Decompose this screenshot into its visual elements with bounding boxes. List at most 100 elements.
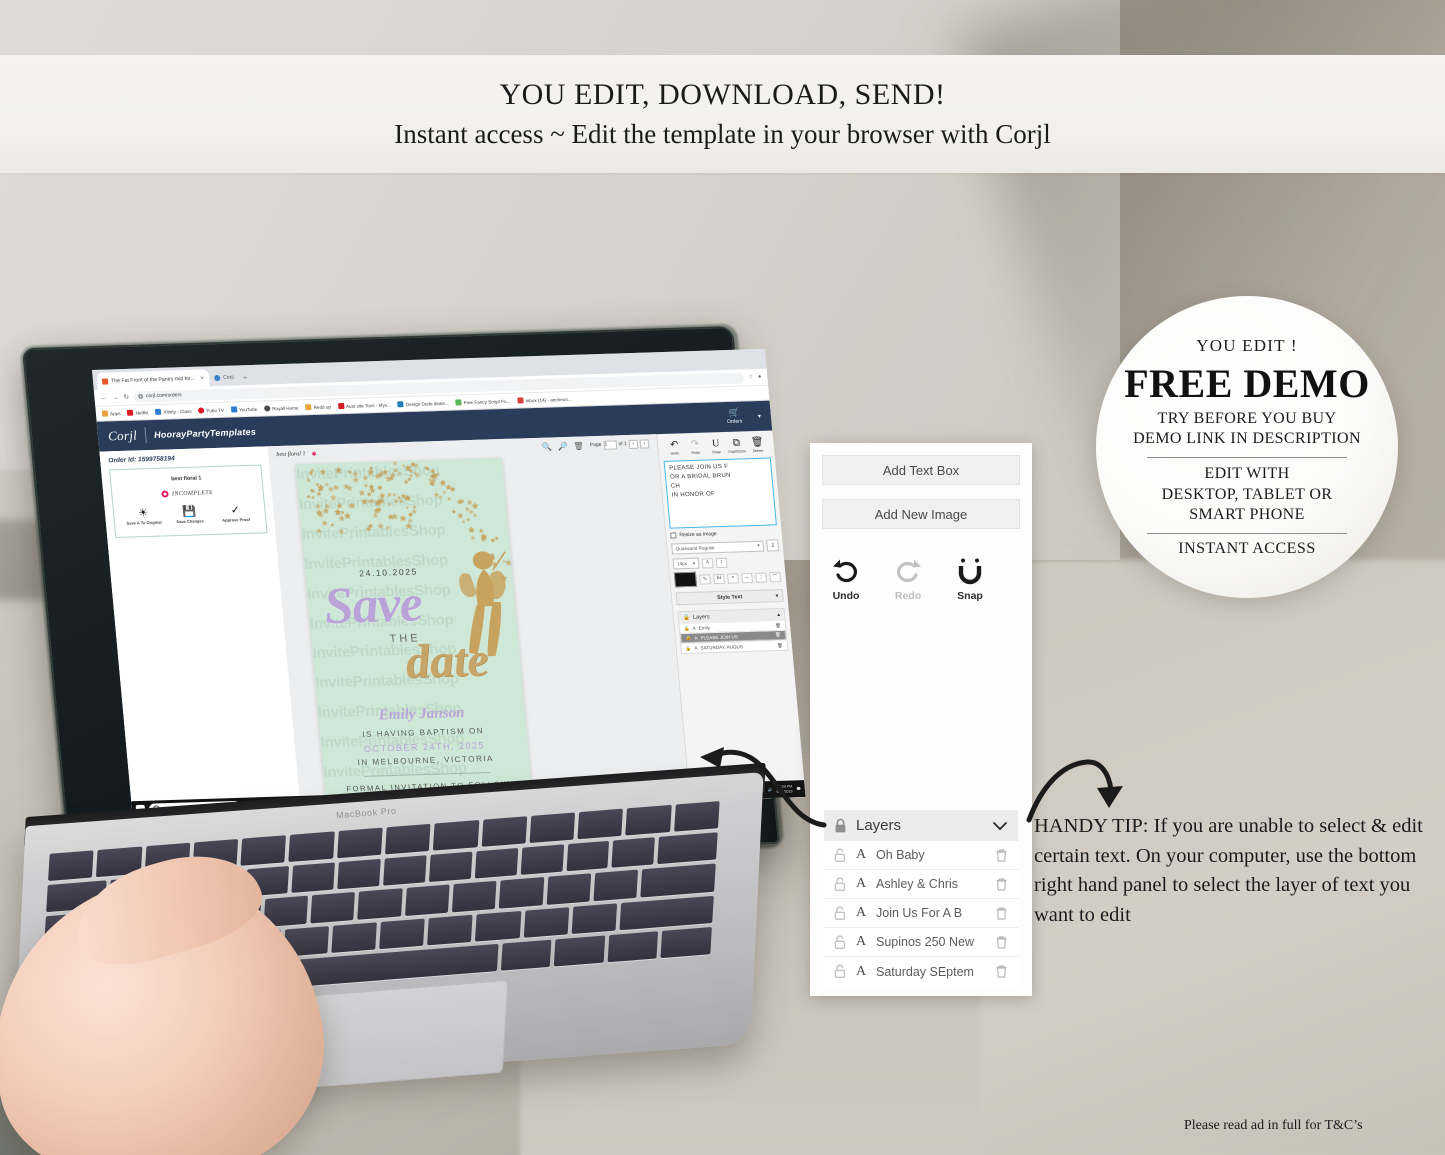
layer-row[interactable]: A Supinos 250 New	[824, 928, 1018, 957]
bookmark-item[interactable]: Xfinity - Class	[155, 408, 192, 415]
save-changes-button[interactable]: 💾 Save Changes	[171, 506, 209, 525]
bookmark-item[interactable]: Redd up	[305, 403, 331, 411]
line-height-button[interactable]: ↕	[715, 557, 728, 568]
layer-row[interactable]: A Saturday SEptem	[824, 957, 1018, 986]
trash-icon[interactable]	[995, 848, 1008, 863]
magnet-icon: U	[711, 438, 720, 450]
close-icon[interactable]: ✕	[200, 375, 205, 381]
next-page-button[interactable]: ›	[639, 438, 650, 449]
browser-tab-corjl[interactable]: Corjl	[208, 368, 240, 387]
bookmark-item[interactable]: Free Fancy Script Fo...	[455, 398, 511, 406]
star-icon: ★	[360, 496, 369, 507]
layer-row[interactable]: 🔓 A SATURDAY, AUGUS 🗑	[681, 639, 788, 654]
forward-icon[interactable]: →	[112, 394, 119, 401]
star-icon: ★	[346, 469, 353, 476]
bookmark-item[interactable]: Royall Home	[263, 404, 299, 412]
trash-icon[interactable]: 🗑	[573, 441, 584, 450]
star-icon: ★	[446, 496, 452, 503]
trash-icon[interactable]	[995, 906, 1008, 921]
bookmark-item[interactable]: Design Dude deals...	[397, 400, 449, 408]
font-family-row: Quicksand Regular ▾ ⇩	[671, 539, 780, 555]
approve-proof-button[interactable]: ✓ Approve Proof	[217, 504, 255, 524]
profile-icon[interactable]: ●	[758, 374, 762, 380]
invitation-card[interactable]: InvitePrintablesShop InvitePrintablesSho…	[295, 457, 534, 814]
undo-button[interactable]: ↶ Undo	[664, 439, 685, 456]
resize-as-image-checkbox[interactable]: Resize as Image	[670, 529, 778, 539]
star-icon[interactable]: ☆	[748, 374, 753, 380]
font-family-select[interactable]: Quicksand Regular ▾	[671, 540, 765, 555]
undo-button[interactable]: Undo	[824, 557, 868, 602]
add-text-box-button[interactable]: Add Text Box	[822, 455, 1020, 485]
trash-icon[interactable]: 🗑	[775, 632, 781, 638]
curve-text-button[interactable]: ⌒	[769, 571, 782, 582]
page-input[interactable]: 1	[603, 439, 617, 450]
bold-italic-button[interactable]: BI	[713, 573, 725, 584]
reload-icon[interactable]: ↻	[123, 393, 129, 401]
orders-button[interactable]: 🛒 Orders	[726, 408, 743, 425]
layer-row[interactable]: A Ashley & Chris	[824, 870, 1018, 899]
corjl-logo[interactable]: Corjl	[107, 428, 137, 445]
star-icon: ★	[398, 513, 408, 523]
font-download-button[interactable]: ⇩	[766, 539, 780, 552]
trash-icon[interactable]	[995, 877, 1008, 892]
redo-button[interactable]: Redo	[886, 557, 930, 602]
zoom-out-icon[interactable]: 🔎	[557, 441, 568, 450]
chevron-down-icon[interactable]	[992, 820, 1008, 832]
snap-button[interactable]: U Snap	[705, 438, 726, 455]
required-icon: ✱	[311, 451, 317, 458]
add-new-image-button[interactable]: Add New Image	[822, 499, 1020, 529]
style-text-accordion[interactable]: Style Text ▾	[675, 588, 784, 606]
spacing-button[interactable]: ↔	[741, 572, 753, 583]
bookmark-item[interactable]: YouTube	[230, 406, 258, 413]
star-icon: ★	[376, 520, 385, 531]
star-icon: ★	[429, 482, 436, 489]
layer-row[interactable]: A Oh Baby	[824, 841, 1018, 870]
bookmark-item[interactable]: Fubo TV	[198, 407, 224, 414]
vertical-align-button[interactable]: ⋮	[755, 572, 767, 583]
layer-name: Oh Baby	[876, 848, 925, 862]
new-tab-icon[interactable]: +	[242, 371, 248, 385]
font-size-select[interactable]: 14px ▾	[672, 557, 700, 570]
order-sidebar: Order Id: 1599758194 best floral 1 INCOM…	[99, 446, 302, 819]
star-icon: ★	[340, 509, 345, 515]
trash-icon[interactable]	[995, 964, 1008, 979]
align-button[interactable]: ≡	[727, 572, 739, 584]
bookmark-item[interactable]: Aust site Toos - Mys...	[337, 402, 391, 410]
divider	[1147, 456, 1347, 458]
unlock-icon[interactable]	[834, 876, 846, 892]
trash-icon[interactable]: 🗑	[775, 623, 781, 629]
unlock-icon: 🔓	[685, 645, 692, 651]
color-swatch[interactable]	[673, 571, 698, 588]
revert-to-original-button[interactable]: ☀ Save A To Original	[125, 507, 163, 527]
order-card[interactable]: best floral 1 INCOMPLETE ☀ Save A To Ori…	[109, 464, 268, 538]
bookmark-item[interactable]: Apps	[101, 410, 121, 417]
trash-icon[interactable]: 🗑	[777, 642, 783, 648]
invitation-line-1: IS HAVING BAPTISM ON	[362, 726, 485, 740]
unlock-icon[interactable]	[834, 934, 846, 950]
eyedropper-icon[interactable]: ✎	[699, 573, 711, 585]
unlock-icon[interactable]	[834, 964, 846, 979]
back-icon[interactable]: ←	[100, 394, 107, 401]
lock-icon	[835, 818, 846, 832]
redo-button[interactable]: ↷ Redo	[685, 439, 706, 456]
text-color-button[interactable]: A	[701, 557, 714, 569]
text-layer-icon: A	[692, 625, 696, 631]
snap-button[interactable]: Snap	[948, 557, 992, 602]
unlock-icon[interactable]	[834, 905, 846, 921]
text-edit-textarea[interactable]: PLEASE JOIN US F OR A BRIDAL BRUN CH IN …	[663, 457, 777, 529]
bookmark-item[interactable]: Inbox (14) - ancheon...	[517, 396, 572, 404]
watermark-text: InvitePrintablesShop	[298, 491, 444, 514]
browser-tab-active[interactable]: The Fat Front of the Pantry mid for... ✕	[96, 369, 210, 390]
tool-label: Undo	[670, 451, 680, 456]
trash-icon[interactable]	[995, 935, 1008, 950]
layer-row[interactable]: A Join Us For A B	[824, 899, 1018, 928]
unlock-icon[interactable]	[834, 847, 846, 863]
star-icon: ★	[405, 505, 410, 511]
delete-button[interactable]: 🗑 Delete	[747, 437, 768, 454]
chevron-down-icon[interactable]: ▾	[758, 412, 762, 419]
layers-header[interactable]: Layers	[824, 810, 1018, 841]
zoom-in-icon[interactable]: 🔍	[541, 442, 552, 451]
duplicate-button[interactable]: ⧉ Dupl/Clone	[726, 438, 747, 454]
prev-page-button[interactable]: ‹	[628, 439, 639, 449]
bookmark-item[interactable]: Netflix	[127, 409, 149, 416]
